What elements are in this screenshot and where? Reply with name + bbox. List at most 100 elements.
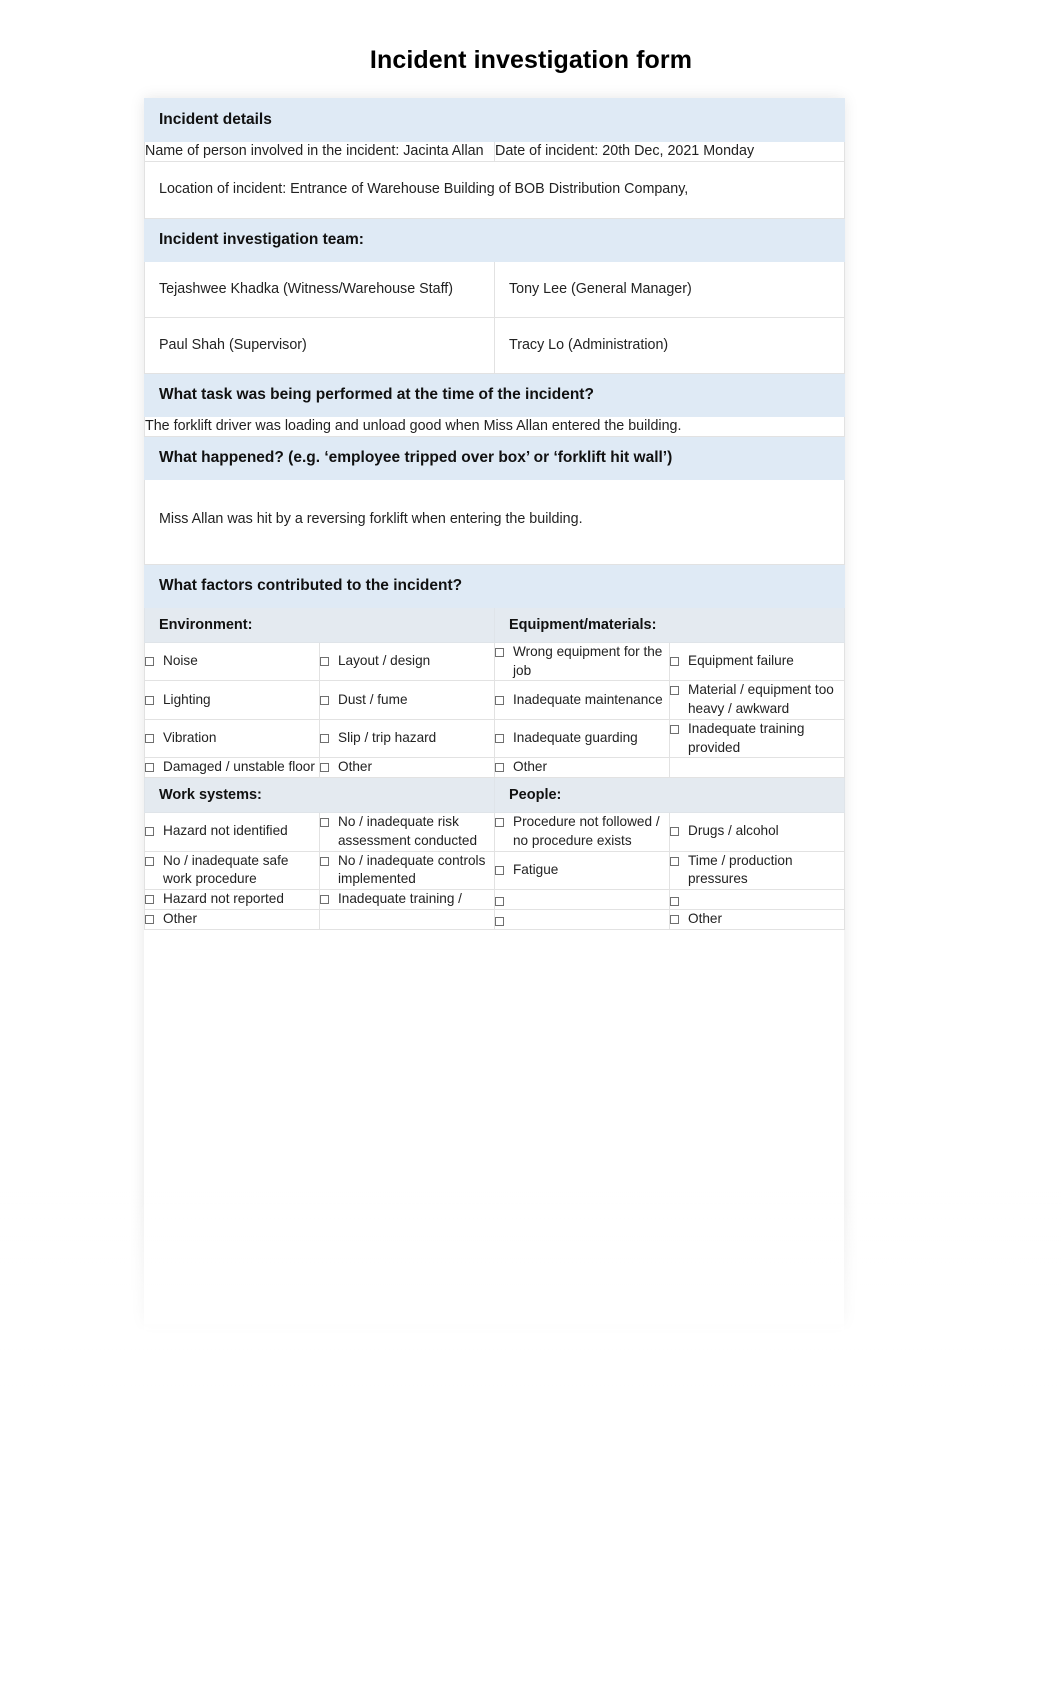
checkbox-unchecked-icon[interactable] <box>320 895 329 905</box>
checkbox-option-equipment-7[interactable]: Other <box>494 757 670 779</box>
checkbox-unchecked-icon[interactable] <box>145 695 154 705</box>
subsection-header-work-systems: Work systems: <box>144 777 495 814</box>
checkbox-option-environment-4[interactable]: Dust / fume <box>319 680 495 720</box>
field-what-happened-answer[interactable]: Miss Allan was hit by a reversing forkli… <box>143 479 846 565</box>
option-label: Inadequate training provided <box>688 720 805 755</box>
section-header-what-happened: What happened? (e.g. ‘employee tripped o… <box>143 436 846 481</box>
checkbox-option-people-1[interactable]: Procedure not followed / no procedure ex… <box>494 812 670 852</box>
table-row: Environment: Equipment/materials: <box>144 606 846 643</box>
table-row: Work systems: People: <box>144 777 846 814</box>
checkbox-unchecked-icon[interactable] <box>495 897 504 907</box>
checkbox-option-people-3[interactable]: Fatigue <box>494 850 670 891</box>
checkbox-option-people-4[interactable]: Time / production pressures <box>668 850 846 891</box>
checkbox-option-work-systems-4[interactable]: No / inadequate controls implemented <box>319 850 495 891</box>
checkbox-unchecked-icon[interactable] <box>145 914 154 924</box>
option-label: Inadequate guarding <box>513 730 638 746</box>
option-label: Vibration <box>163 730 217 746</box>
table-row: Lighting Dust / fume Inadequate maintena… <box>144 680 846 720</box>
checkbox-option-work-systems-2[interactable]: No / inadequate risk assessment conducte… <box>319 812 495 852</box>
checkbox-unchecked-icon[interactable] <box>670 724 679 734</box>
option-label: Drugs / alcohol <box>688 823 779 839</box>
table-row: Damaged / unstable floor Other Other <box>144 757 846 779</box>
table-row: Incident investigation team: <box>143 217 846 262</box>
checkbox-option-work-systems-7[interactable]: Other <box>144 908 320 930</box>
option-label: Inadequate training / <box>338 891 462 907</box>
checkbox-option-people-8[interactable]: Other <box>668 908 846 930</box>
checkbox-unchecked-icon[interactable] <box>145 763 154 773</box>
checkbox-unchecked-icon[interactable] <box>145 895 154 905</box>
checkbox-option-equipment-4[interactable]: Material / equipment too heavy / awkward <box>668 680 846 720</box>
table-row: What factors contributed to the incident… <box>143 563 846 608</box>
team-member-4[interactable]: Tracy Lo (Administration) <box>493 316 846 375</box>
table-row: Miss Allan was hit by a reversing forkli… <box>143 479 846 565</box>
checkbox-option-equipment-2[interactable]: Equipment failure <box>668 641 846 682</box>
checkbox-unchecked-icon[interactable] <box>145 856 154 866</box>
checkbox-option-people-5[interactable] <box>494 889 670 910</box>
checkbox-option-equipment-1[interactable]: Wrong equipment for the job <box>494 641 670 682</box>
table-row: Paul Shah (Supervisor) Tracy Lo (Adminis… <box>144 316 846 375</box>
checkbox-unchecked-icon[interactable] <box>495 647 504 657</box>
checkbox-unchecked-icon[interactable] <box>670 657 679 667</box>
checkbox-option-environment-8[interactable]: Other <box>319 757 495 779</box>
table-row: No / inadequate safe work procedure No /… <box>144 850 846 891</box>
checkbox-option-work-systems-6[interactable]: Inadequate training / <box>319 889 495 910</box>
checkbox-option-people-2[interactable]: Drugs / alcohol <box>668 812 846 852</box>
checkbox-unchecked-icon[interactable] <box>495 917 504 927</box>
checkbox-option-work-systems-1[interactable]: Hazard not identified <box>144 812 320 852</box>
option-label: Wrong equipment for the job <box>513 643 663 678</box>
checkbox-unchecked-icon[interactable] <box>670 856 679 866</box>
checkbox-unchecked-icon[interactable] <box>320 856 329 866</box>
checkbox-unchecked-icon[interactable] <box>495 695 504 705</box>
checkbox-option-environment-7[interactable]: Damaged / unstable floor <box>144 757 320 779</box>
checkbox-unchecked-icon[interactable] <box>495 763 504 773</box>
field-incident-date[interactable]: Date of incident: 20th Dec, 2021 Monday <box>493 140 846 163</box>
team-member-2[interactable]: Tony Lee (General Manager) <box>493 260 846 318</box>
checkbox-option-work-systems-5[interactable]: Hazard not reported <box>144 889 320 910</box>
checkbox-option-environment-1[interactable]: Noise <box>144 641 320 682</box>
table-row: The forklift driver was loading and unlo… <box>143 416 846 438</box>
option-label: Hazard not identified <box>163 823 288 839</box>
option-label: Hazard not reported <box>163 891 284 907</box>
field-incident-location[interactable]: Location of incident: Entrance of Wareho… <box>143 161 846 219</box>
checkbox-option-environment-2[interactable]: Layout / design <box>319 641 495 682</box>
checkbox-option-people-7[interactable] <box>494 908 670 930</box>
checkbox-option-environment-5[interactable]: Vibration <box>144 718 320 759</box>
checkbox-unchecked-icon[interactable] <box>145 734 154 744</box>
checkbox-unchecked-icon[interactable] <box>670 827 679 837</box>
checkbox-unchecked-icon[interactable] <box>320 763 329 773</box>
checkbox-unchecked-icon[interactable] <box>670 897 679 907</box>
checkbox-unchecked-icon[interactable] <box>495 865 504 875</box>
checkbox-option-people-6[interactable] <box>668 889 846 910</box>
section-header-incident-details: Incident details <box>143 98 846 142</box>
field-task-answer[interactable]: The forklift driver was loading and unlo… <box>143 416 846 438</box>
checkbox-unchecked-icon[interactable] <box>670 914 679 924</box>
team-member-3[interactable]: Paul Shah (Supervisor) <box>144 316 495 375</box>
checkbox-option-equipment-3[interactable]: Inadequate maintenance <box>494 680 670 720</box>
table-row: Hazard not reported Inadequate training … <box>144 889 846 910</box>
table-row: Incident details <box>143 98 846 142</box>
option-label: Fatigue <box>513 861 559 877</box>
team-member-1[interactable]: Tejashwee Khadka (Witness/Warehouse Staf… <box>144 260 495 318</box>
checkbox-unchecked-icon[interactable] <box>320 657 329 667</box>
checkbox-unchecked-icon[interactable] <box>495 734 504 744</box>
checkbox-unchecked-icon[interactable] <box>320 818 329 828</box>
section-header-factors: What factors contributed to the incident… <box>143 563 846 608</box>
option-label: Material / equipment too heavy / awkward <box>688 682 834 717</box>
option-label: No / inadequate safe work procedure <box>163 852 289 887</box>
table-row: Tejashwee Khadka (Witness/Warehouse Staf… <box>144 260 846 318</box>
checkbox-unchecked-icon[interactable] <box>320 695 329 705</box>
checkbox-option-equipment-5[interactable]: Inadequate guarding <box>494 718 670 759</box>
checkbox-unchecked-icon[interactable] <box>145 827 154 837</box>
table-row: Noise Layout / design Wrong equipment fo… <box>144 641 846 682</box>
checkbox-option-environment-3[interactable]: Lighting <box>144 680 320 720</box>
field-person-name[interactable]: Name of person involved in the incident:… <box>144 140 495 163</box>
option-label: Lighting <box>163 691 211 707</box>
checkbox-unchecked-icon[interactable] <box>495 818 504 828</box>
checkbox-unchecked-icon[interactable] <box>320 734 329 744</box>
checkbox-unchecked-icon[interactable] <box>145 657 154 667</box>
checkbox-unchecked-icon[interactable] <box>670 686 679 696</box>
checkbox-option-environment-6[interactable]: Slip / trip hazard <box>319 718 495 759</box>
checkbox-option-work-systems-3[interactable]: No / inadequate safe work procedure <box>144 850 320 891</box>
checkbox-option-equipment-6[interactable]: Inadequate training provided <box>668 718 846 759</box>
section-header-task: What task was being performed at the tim… <box>143 373 846 418</box>
